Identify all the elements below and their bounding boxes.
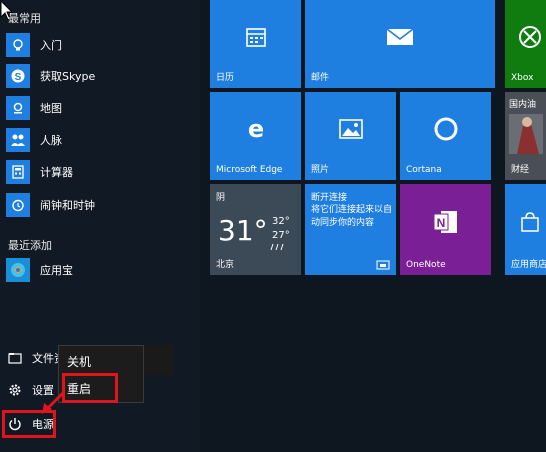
popup-shadow [144,345,174,375]
recently-added-heading: 最近添加 [8,239,52,252]
tile-edge[interactable]: e Microsoft Edge [210,92,301,180]
app-item-label: 入门 [40,39,62,52]
folder-icon [6,349,24,367]
app-store-icon [6,258,30,282]
photos-icon [338,119,363,139]
restart-highlight-box [62,373,118,403]
tile-label: 日历 [216,73,235,83]
offline-title: 断开连接 [311,193,348,203]
app-item-label: 人脉 [40,134,62,147]
tile-app-store[interactable]: 应用商店 [505,184,546,275]
app-item-label: 应用宝 [40,264,73,277]
app-item-maps[interactable]: 地图 [6,93,196,123]
tile-label: 应用商店 [511,260,546,270]
lightbulb-icon [6,33,30,57]
cortana-icon [434,117,457,141]
calculator-icon [6,160,30,184]
offline-body: 将它们连接起来以自动同步你的内容 [311,205,393,228]
tile-onenote[interactable]: N OneNote [400,184,491,275]
weather-city: 北京 [216,260,235,270]
app-item-get-started[interactable]: 入门 [6,30,196,60]
map-icon [6,96,30,120]
tile-label: 照片 [311,165,330,175]
people-icon [6,128,30,152]
app-item-label: 地图 [40,102,62,115]
tile-mail[interactable]: 邮件 [305,0,495,88]
finance-headline: 国内油 [509,100,537,110]
svg-text:N: N [436,216,445,230]
weather-condition: 阴 [216,193,226,203]
tile-label: Microsoft Edge [216,165,283,175]
tile-offline[interactable]: 断开连接 将它们连接起来以自动同步你的内容 [305,184,396,275]
xbox-icon [518,25,541,48]
app-item-app-store[interactable]: 应用宝 [6,255,196,285]
app-item-skype[interactable]: S 获取Skype [6,61,196,91]
connect-icon [376,260,390,270]
tile-label: OneNote [406,260,446,270]
rain-icon [270,243,284,251]
tile-label: Xbox [511,73,534,83]
calendar-icon [245,28,266,47]
most-used-heading: 最常用 [8,12,41,25]
app-item-label: 获取Skype [40,70,96,83]
onenote-icon: N [433,211,457,234]
weather-low: 27° [272,230,290,241]
news-photo-icon [509,114,543,154]
svg-text:e: e [247,116,263,142]
store-bag-icon [520,212,539,232]
weather-high: 32° [272,216,290,227]
power-highlight-box [2,410,56,438]
edge-icon: e [247,116,263,142]
app-item-label: 计算器 [40,166,73,179]
app-item-people[interactable]: 人脉 [6,125,196,155]
app-item-calculator[interactable]: 计算器 [6,157,196,187]
shutdown-menu-item[interactable]: 关机 [59,348,143,374]
tile-calendar[interactable]: 日历 [210,0,301,88]
app-item-label: 闹钟和时钟 [40,199,95,212]
tile-xbox[interactable]: Xbox [505,0,546,88]
tile-weather[interactable]: 阴 31° 32° 27° 北京 [210,184,301,275]
alarm-clock-icon [6,193,30,217]
tile-label: 财经 [511,165,530,175]
tile-label: 邮件 [311,73,330,83]
app-item-alarms[interactable]: 闹钟和时钟 [6,190,196,220]
mail-icon [386,28,414,45]
svg-text:S: S [15,72,22,83]
skype-icon: S [6,64,30,88]
tile-label: Cortana [406,165,442,175]
tile-photos[interactable]: 照片 [305,92,396,180]
settings-button[interactable]: 设置 [6,378,54,402]
tile-finance[interactable]: 国内油 财经 [505,92,546,180]
tile-cortana[interactable]: Cortana [400,92,491,180]
file-explorer-button[interactable]: 文件资 [6,346,65,370]
gear-icon [6,381,24,399]
weather-temperature: 31° [218,214,268,247]
settings-label: 设置 [32,384,54,397]
